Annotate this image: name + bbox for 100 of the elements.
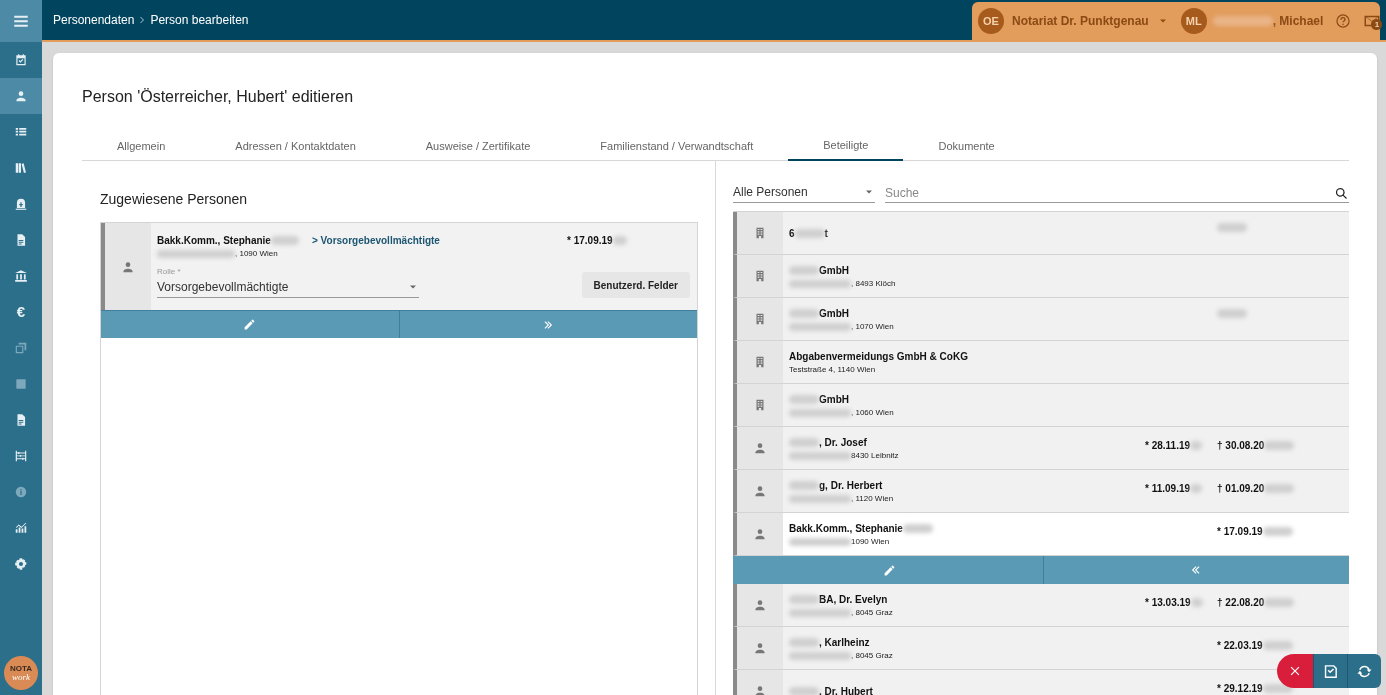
notification-badge: 1: [1371, 19, 1383, 30]
role-link[interactable]: > Vorsorgebevollmächtigte: [312, 233, 567, 248]
avatar: ML: [1180, 8, 1207, 34]
breadcrumb-link[interactable]: Personendaten: [53, 11, 135, 29]
redaction-blur: [789, 408, 851, 417]
entry-name: , Dr. Josef: [819, 435, 867, 450]
list-row[interactable]: GmbH , 1070 Wien: [733, 298, 1349, 341]
save-icon: [1322, 662, 1339, 680]
page-title: Person 'Österreicher, Hubert' editieren: [82, 87, 355, 107]
redaction-blur: [789, 537, 851, 546]
date-text: † 30.08.20: [1217, 439, 1265, 453]
address-text: 8430 Leibnitz: [851, 449, 899, 462]
entry-name: GmbH: [819, 263, 849, 278]
select-value: Vorsorgebevollmächtigte: [157, 279, 289, 296]
list-row[interactable]: 6 t: [733, 212, 1349, 255]
settings-icon: [14, 557, 28, 571]
list-icon: [14, 125, 28, 139]
redaction-blur: [1190, 441, 1203, 450]
tab[interactable]: Familienstand / Verwandtschaft: [565, 131, 789, 161]
menu-button[interactable]: [0, 0, 42, 42]
entry-name: Abgabenvermeidungs GmbH & CoKG: [789, 349, 968, 364]
office-selector[interactable]: OE Notariat Dr. Punktgenau: [978, 2, 1175, 40]
redaction-blur: [789, 308, 819, 318]
list-row[interactable]: g, Dr. Herbert , 1120 Wien * 11.09.19 † 01.09.20: [733, 470, 1349, 513]
redaction-blur: [789, 322, 851, 331]
list-row[interactable]: Bakk.Komm., Stephanie 1090 Wien * 17.09.19: [733, 513, 1349, 556]
breadcrumb-link[interactable]: Person bearbeiten: [150, 11, 249, 29]
redaction-blur: [1217, 223, 1247, 232]
address-text: 1090 Wien: [851, 535, 890, 548]
cancel-button[interactable]: [1277, 654, 1313, 688]
section-heading: Zugewiesene Personen: [100, 190, 249, 209]
entry-name: BA, Dr. Evelyn: [819, 592, 888, 607]
chart-icon: [14, 521, 28, 535]
list-row[interactable]: GmbH , 1060 Wien: [733, 384, 1349, 427]
vault-icon: [14, 197, 28, 211]
tab[interactable]: Beteiligte: [788, 131, 904, 161]
address-text: , 1090 Wien: [235, 248, 278, 260]
redaction-blur: [612, 236, 627, 245]
sidebar-item[interactable]: [0, 78, 42, 114]
logo-text: work: [12, 672, 30, 682]
redaction-blur: [789, 265, 819, 275]
square-icon: [14, 377, 28, 391]
address-text: , 1120 Wien: [851, 492, 894, 505]
list-row[interactable]: , Dr. Josef 8430 Leibnitz * 28.11.19 † 30.08.20: [733, 427, 1349, 470]
birth-date: * 17.09.19: [567, 234, 613, 248]
entry-name: GmbH: [819, 306, 849, 321]
address-text: , 1060 Wien: [851, 406, 894, 419]
pencil-icon: [883, 563, 897, 577]
redaction-blur: [789, 437, 819, 447]
entry-name: Bakk.Komm., Stephanie: [789, 521, 903, 536]
entry-name: GmbH: [819, 392, 849, 407]
tab[interactable]: Ausweise / Zertifikate: [390, 131, 566, 161]
sidebar-item[interactable]: €: [0, 294, 42, 330]
redaction-blur: [789, 451, 851, 460]
entry-name: g, Dr. Herbert: [819, 478, 883, 493]
search-field[interactable]: Suche: [885, 184, 1334, 202]
list-row[interactable]: GmbH , 8493 Klöch: [733, 255, 1349, 298]
address-text: Teststraße 4, 1140 Wien: [789, 363, 876, 376]
refresh-button[interactable]: [1347, 654, 1381, 688]
birth-date: * 13.03.19: [1145, 596, 1191, 610]
pencil-icon: [243, 318, 257, 331]
redaction-blur: [1212, 16, 1273, 26]
help-icon: [1335, 13, 1352, 29]
filter-select[interactable]: Alle Personen: [733, 183, 875, 203]
redaction-blur: [902, 523, 933, 533]
redaction-blur: [789, 651, 851, 660]
list-row[interactable]: , Karlheinz , 8045 Graz * 22.03.19: [733, 627, 1349, 670]
person-name: Bakk.Komm., Stephanie: [157, 234, 271, 248]
list-row[interactable]: BA, Dr. Evelyn , 8045 Graz * 13.03.19 † 22.08.20: [733, 584, 1349, 627]
search-icon: [1334, 185, 1349, 201]
address-text: , 1070 Wien: [851, 320, 894, 333]
redaction-blur: [789, 394, 819, 404]
close-icon: [1288, 664, 1302, 678]
person-icon: [14, 89, 28, 103]
tab[interactable]: Adressen / Kontaktdaten: [200, 131, 391, 161]
custom-fields-button[interactable]: Benutzerd. Felder: [581, 272, 690, 298]
copy-icon: [14, 341, 28, 355]
field-label: Rolle *: [157, 266, 182, 278]
mail-button[interactable]: 1: [1357, 12, 1386, 30]
bank-icon: [14, 269, 28, 283]
entry-name: t: [824, 226, 828, 241]
redaction-blur: [789, 594, 819, 604]
redaction-blur: [789, 608, 851, 617]
tab[interactable]: Dokumente: [903, 131, 1030, 161]
calendar-icon: [14, 53, 28, 67]
user-name: , Michael: [1272, 13, 1324, 30]
address-text: , 8493 Klöch: [851, 277, 896, 290]
logo-text: NOTA: [9, 664, 33, 673]
redaction-blur: [1264, 484, 1295, 493]
redaction-blur: [1190, 598, 1203, 607]
role-select[interactable]: Rolle * Vorsorgebevollmächtigte: [157, 266, 419, 298]
tab[interactable]: Allgemein: [82, 131, 201, 161]
redaction-blur: [789, 480, 819, 490]
redaction-blur: [789, 279, 851, 288]
list-row[interactable]: Abgabenvermeidungs GmbH & CoKG Teststraße 4, 1140 Wien: [733, 341, 1349, 384]
address-text: , 8045 Graz: [851, 649, 893, 662]
office-name: Notariat Dr. Punktgenau: [1012, 13, 1149, 30]
redaction-blur: [1262, 641, 1293, 650]
save-button[interactable]: [1313, 654, 1347, 688]
info-icon: [14, 485, 28, 499]
